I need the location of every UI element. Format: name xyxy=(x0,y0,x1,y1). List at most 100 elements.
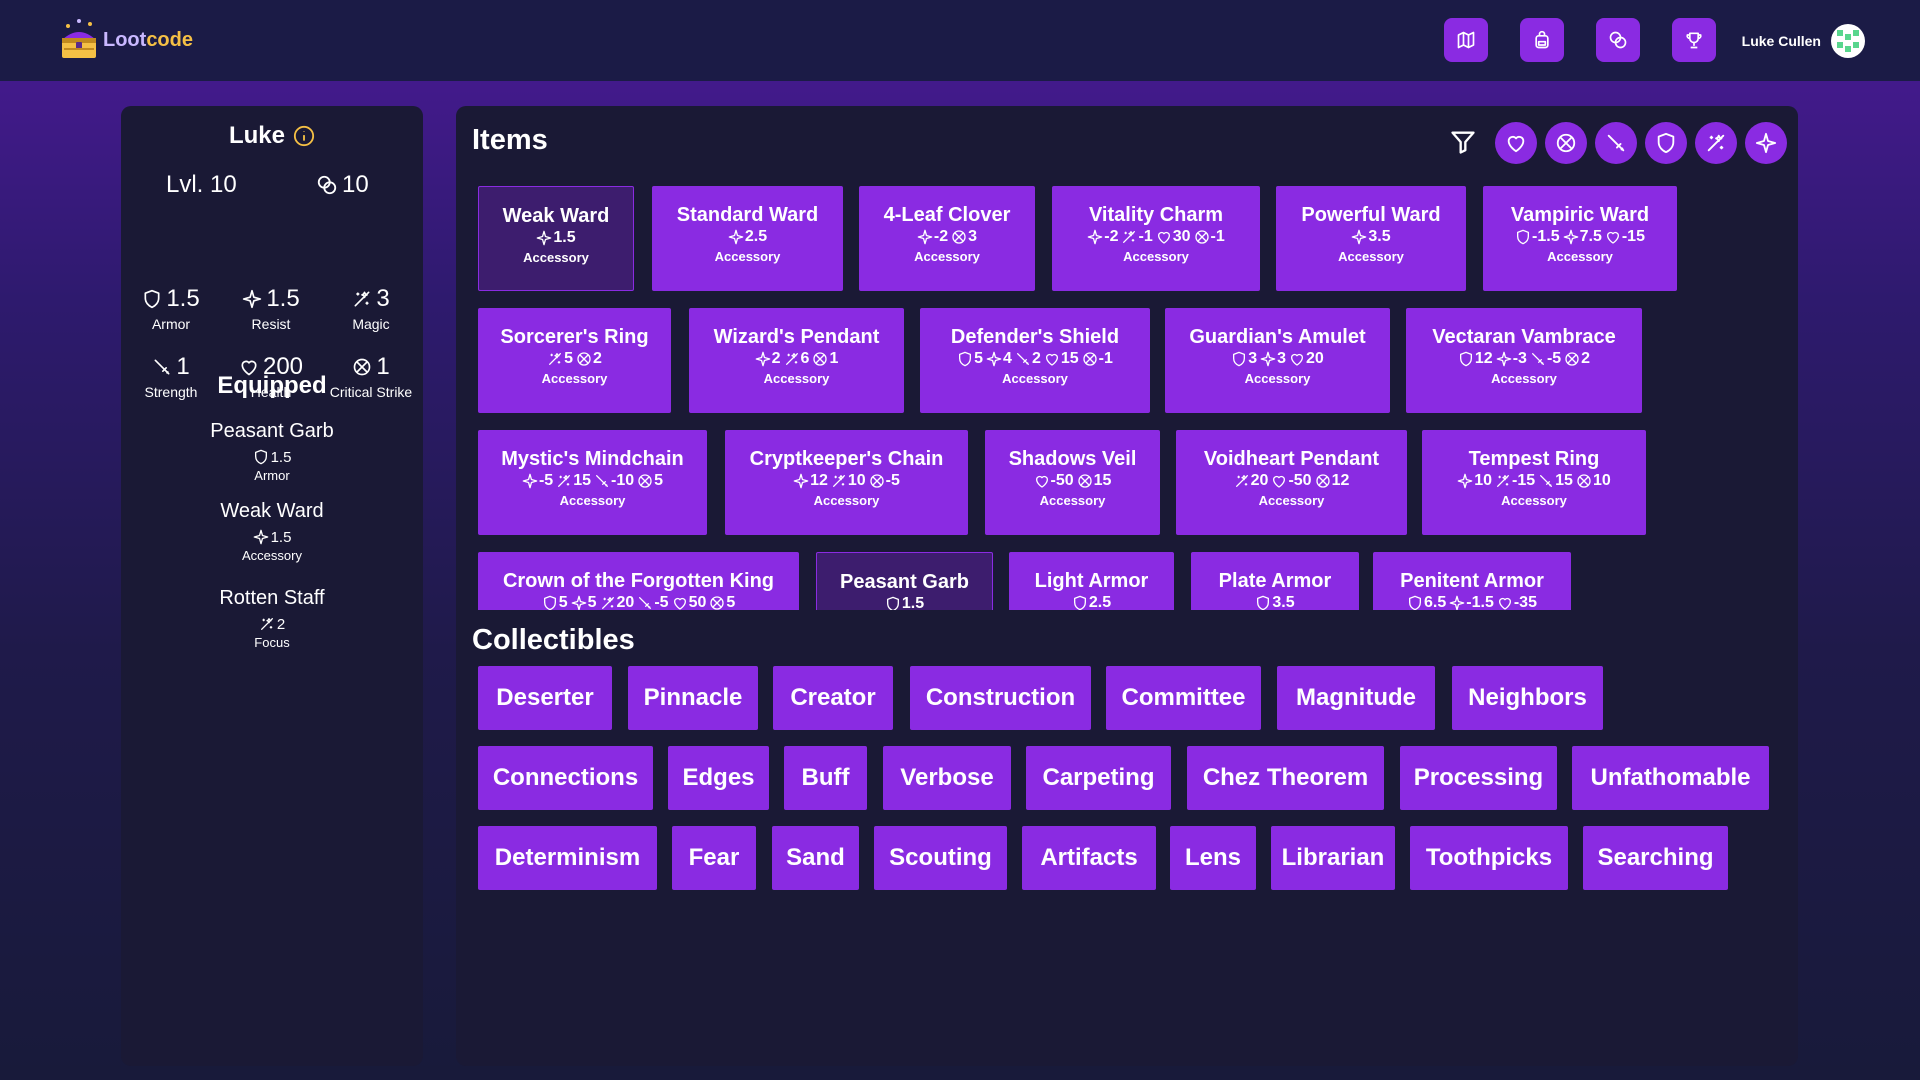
sparkle-icon xyxy=(728,229,744,245)
collectible-processing[interactable]: Processing xyxy=(1400,746,1557,810)
item-card[interactable]: Voidheart Pendant 20 -50 12 Accessory xyxy=(1176,430,1407,535)
item-card[interactable]: Powerful Ward 3.5 Accessory xyxy=(1276,186,1466,291)
info-icon[interactable] xyxy=(293,125,315,147)
filter-sword-button[interactable] xyxy=(1595,122,1637,164)
user-menu[interactable]: Luke Cullen xyxy=(1742,24,1865,58)
item-stat: 5 xyxy=(547,350,573,368)
collectible-toothpicks[interactable]: Toothpicks xyxy=(1410,826,1568,890)
nav-coins-button[interactable] xyxy=(1596,18,1640,62)
collectible-neighbors[interactable]: Neighbors xyxy=(1452,666,1603,730)
collectible-edges[interactable]: Edges xyxy=(668,746,769,810)
item-stat-value: 2 xyxy=(1031,350,1041,367)
item-stat: 20 xyxy=(1234,472,1269,490)
collectible-deserter[interactable]: Deserter xyxy=(478,666,612,730)
item-stat: 15 xyxy=(556,472,591,490)
nav-trophy-button[interactable] xyxy=(1672,18,1716,62)
item-stat: -5 xyxy=(522,472,553,490)
item-card[interactable]: Plate Armor 3.5 xyxy=(1191,552,1359,610)
item-stat: 2.5 xyxy=(1072,594,1111,610)
nav-map-button[interactable] xyxy=(1444,18,1488,62)
item-stat: 2 xyxy=(1564,350,1590,368)
stat-value-row: 1.5 xyxy=(221,284,321,314)
item-stat: 15 xyxy=(1077,472,1111,490)
magic-wand-icon xyxy=(785,353,798,365)
item-card[interactable]: Tempest Ring 10 -15 15 10 Accessory xyxy=(1422,430,1646,535)
crit-icon xyxy=(638,474,652,488)
sparkle-icon xyxy=(1449,595,1465,610)
filter-heart-button[interactable] xyxy=(1495,122,1537,164)
item-stat-value: 2 xyxy=(771,350,781,367)
collectible-chez-theorem[interactable]: Chez Theorem xyxy=(1187,746,1384,810)
collectible-construction[interactable]: Construction xyxy=(910,666,1091,730)
filter-sparkle-button[interactable] xyxy=(1745,122,1787,164)
item-stats: -50 15 xyxy=(985,470,1160,492)
item-name: Vectaran Vambrace xyxy=(1432,326,1616,348)
collectible-searching[interactable]: Searching xyxy=(1583,826,1728,890)
item-stat: 2 xyxy=(755,350,781,368)
item-card[interactable]: Shadows Veil -50 15 Accessory xyxy=(985,430,1160,535)
item-card[interactable]: Cryptkeeper's Chain 12 10 -5 Accessory xyxy=(725,430,968,535)
item-card[interactable]: Guardian's Amulet 3 3 20 Accessory xyxy=(1165,308,1390,413)
item-stat-value: 6 xyxy=(800,350,810,367)
brand[interactable]: Lootcode xyxy=(58,12,193,68)
item-card[interactable]: 4-Leaf Clover -2 3 Accessory xyxy=(859,186,1035,291)
filter-icon[interactable] xyxy=(1449,128,1477,156)
item-card[interactable]: Peasant Garb 1.5 xyxy=(816,552,993,610)
collectible-magnitude[interactable]: Magnitude xyxy=(1277,666,1435,730)
item-card[interactable]: Weak Ward 1.5 Accessory xyxy=(478,186,634,291)
item-stat: 12 xyxy=(1315,472,1349,490)
main-panel: Items Weak Ward 1.5 Accessory Standard Ward… xyxy=(456,106,1798,1066)
collectible-lens[interactable]: Lens xyxy=(1170,826,1256,890)
equipped-title: Equipped xyxy=(217,372,327,399)
equipped-item[interactable]: Rotten Staff 2 Focus xyxy=(121,587,423,655)
item-stat-value: 20 xyxy=(1250,472,1269,489)
equipped-item[interactable]: Peasant Garb 1.5 Armor xyxy=(121,420,423,488)
collectible-determinism[interactable]: Determinism xyxy=(478,826,657,890)
item-stat-value: 10 xyxy=(1592,472,1611,489)
item-card[interactable]: Vitality Charm -2 -1 30 -1 Accessory xyxy=(1052,186,1260,291)
item-card[interactable]: Penitent Armor 6.5 -1.5 -35 xyxy=(1373,552,1571,610)
collectible-verbose[interactable]: Verbose xyxy=(883,746,1011,810)
item-card[interactable]: Vectaran Vambrace 12 -3 -5 2 Accessory xyxy=(1406,308,1642,413)
collectible-fear[interactable]: Fear xyxy=(672,826,756,890)
items-grid[interactable]: Weak Ward 1.5 Accessory Standard Ward 2.5 Acc… xyxy=(456,186,1798,610)
item-stat-value: -5 xyxy=(538,472,554,489)
collectible-sand[interactable]: Sand xyxy=(772,826,859,890)
collectible-pinnacle[interactable]: Pinnacle xyxy=(628,666,758,730)
collectible-librarian[interactable]: Librarian xyxy=(1271,826,1395,890)
item-stats: 52 xyxy=(478,348,671,370)
item-card[interactable]: Defender's Shield 5 4 2 15 -1 Accessory xyxy=(920,308,1150,413)
collectible-scouting[interactable]: Scouting xyxy=(874,826,1007,890)
item-card[interactable]: Light Armor 2.5 xyxy=(1009,552,1174,610)
equipped-item[interactable]: Weak Ward 1.5 Accessory xyxy=(121,500,423,568)
item-card[interactable]: Mystic's Mindchain -5 15 -10 5 Accessory xyxy=(478,430,707,535)
nav-backpack-button[interactable] xyxy=(1520,18,1564,62)
item-stat-value: 20 xyxy=(1306,350,1324,367)
collectible-committee[interactable]: Committee xyxy=(1106,666,1261,730)
shield-icon xyxy=(1459,351,1472,367)
collectible-carpeting[interactable]: Carpeting xyxy=(1026,746,1171,810)
collectible-connections[interactable]: Connections xyxy=(478,746,653,810)
filter-crit-button[interactable] xyxy=(1545,122,1587,164)
item-card[interactable]: Wizard's Pendant 2 6 1 Accessory xyxy=(689,308,904,413)
filter-shield-button[interactable] xyxy=(1645,122,1687,164)
item-stat-value: -5 xyxy=(1546,350,1562,367)
item-stats: 10 -15 15 10 xyxy=(1422,470,1646,492)
collectibles-grid[interactable]: Deserter Pinnacle Creator Construction Commi… xyxy=(456,666,1798,896)
item-stat: -2 xyxy=(1087,228,1118,246)
item-stats: -2 -1 30 -1 xyxy=(1052,226,1260,248)
collectible-artifacts[interactable]: Artifacts xyxy=(1022,826,1156,890)
sparkle-icon xyxy=(917,229,933,245)
collectible-unfathomable[interactable]: Unfathomable xyxy=(1572,746,1769,810)
item-card[interactable]: Vampiric Ward -1.5 7.5 -15 Accessory xyxy=(1483,186,1677,291)
item-name: Crown of the Forgotten King xyxy=(502,570,775,592)
item-card[interactable]: Standard Ward 2.5 Accessory xyxy=(652,186,843,291)
collectible-creator[interactable]: Creator xyxy=(773,666,893,730)
item-card[interactable]: Sorcerer's Ring 5 2 Accessory xyxy=(478,308,671,413)
item-stat: 5 xyxy=(637,472,663,490)
collectible-buff[interactable]: Buff xyxy=(784,746,867,810)
stat-value-row: 1.5 xyxy=(121,284,221,314)
treasure-chest-logo-icon xyxy=(62,19,96,58)
item-card[interactable]: Crown of the Forgotten King 5 5 20 -5 50 5 xyxy=(478,552,799,610)
filter-magic-wand-button[interactable] xyxy=(1695,122,1737,164)
